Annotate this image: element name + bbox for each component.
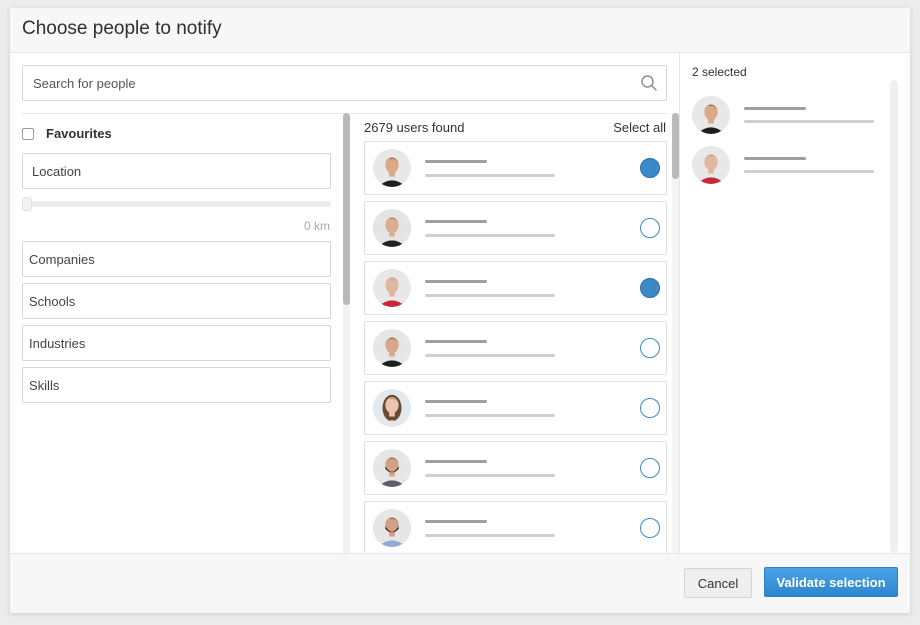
detail-placeholder	[425, 234, 555, 237]
dialog-header: Choose people to notify	[10, 8, 910, 53]
skills-filter[interactable]: Skills	[22, 367, 331, 403]
results-scrollbar[interactable]	[672, 113, 679, 553]
user-card[interactable]	[364, 141, 667, 195]
distance-value: 0 km	[303, 219, 330, 233]
name-placeholder	[425, 400, 487, 403]
select-user-radio[interactable]	[640, 218, 660, 238]
location-field[interactable]: Location	[22, 153, 331, 189]
results-scroll-thumb[interactable]	[672, 113, 679, 179]
select-all-link[interactable]: Select all	[606, 120, 666, 135]
avatar	[373, 209, 411, 247]
detail-placeholder	[425, 474, 555, 477]
cancel-button[interactable]: Cancel	[684, 568, 752, 598]
detail-placeholder	[425, 294, 555, 297]
name-placeholder	[425, 340, 487, 343]
search-input[interactable]	[23, 66, 633, 100]
select-user-radio[interactable]	[640, 458, 660, 478]
detail-placeholder	[425, 174, 555, 177]
schools-filter[interactable]: Schools	[22, 283, 331, 319]
select-user-radio[interactable]	[640, 398, 660, 418]
user-card[interactable]	[364, 381, 667, 435]
user-card[interactable]	[364, 261, 667, 315]
location-label: Location	[32, 164, 82, 179]
avatar	[373, 389, 411, 427]
name-placeholder	[425, 220, 487, 223]
name-placeholder	[425, 460, 487, 463]
selected-user[interactable]	[692, 96, 882, 138]
detail-placeholder	[744, 170, 874, 173]
search-icon[interactable]	[640, 74, 658, 92]
avatar	[373, 449, 411, 487]
name-placeholder	[744, 107, 806, 110]
select-user-radio[interactable]	[640, 278, 660, 298]
dialog-footer: Cancel Validate selection	[10, 553, 910, 613]
industries-label: Industries	[29, 336, 86, 351]
avatar	[373, 269, 411, 307]
companies-label: Companies	[29, 252, 95, 267]
skills-label: Skills	[29, 378, 60, 393]
selected-scrollbar[interactable]	[890, 80, 898, 553]
name-placeholder	[425, 280, 487, 283]
search-field[interactable]	[22, 65, 667, 101]
industries-filter[interactable]: Industries	[22, 325, 331, 361]
name-placeholder	[425, 160, 487, 163]
select-user-radio[interactable]	[640, 518, 660, 538]
favourites-checkbox[interactable]	[22, 128, 34, 140]
user-card[interactable]	[364, 201, 667, 255]
selected-count: 2 selected	[692, 65, 747, 79]
selected-user[interactable]	[692, 146, 882, 188]
schools-label: Schools	[29, 294, 76, 309]
user-card[interactable]	[364, 501, 667, 555]
detail-placeholder	[425, 534, 555, 537]
avatar	[373, 149, 411, 187]
avatar	[373, 329, 411, 367]
detail-placeholder	[425, 354, 555, 357]
notify-dialog: Choose people to notify Favourites Locat…	[10, 8, 910, 613]
name-placeholder	[425, 520, 487, 523]
favourites-label: Favourites	[46, 126, 112, 141]
avatar	[692, 96, 730, 134]
select-user-radio[interactable]	[640, 158, 660, 178]
avatar	[692, 146, 730, 184]
distance-slider-track[interactable]	[24, 201, 331, 207]
distance-slider-handle[interactable]	[22, 197, 32, 211]
results-count: 2679 users found	[364, 120, 465, 135]
detail-placeholder	[744, 120, 874, 123]
name-placeholder	[744, 157, 806, 160]
select-user-radio[interactable]	[640, 338, 660, 358]
user-card[interactable]	[364, 441, 667, 495]
avatar	[373, 509, 411, 547]
filters-scroll-thumb[interactable]	[343, 113, 350, 305]
companies-filter[interactable]: Companies	[22, 241, 331, 277]
dialog-title: Choose people to notify	[22, 18, 222, 39]
user-card[interactable]	[364, 321, 667, 375]
validate-selection-button[interactable]: Validate selection	[764, 567, 898, 597]
detail-placeholder	[425, 414, 555, 417]
